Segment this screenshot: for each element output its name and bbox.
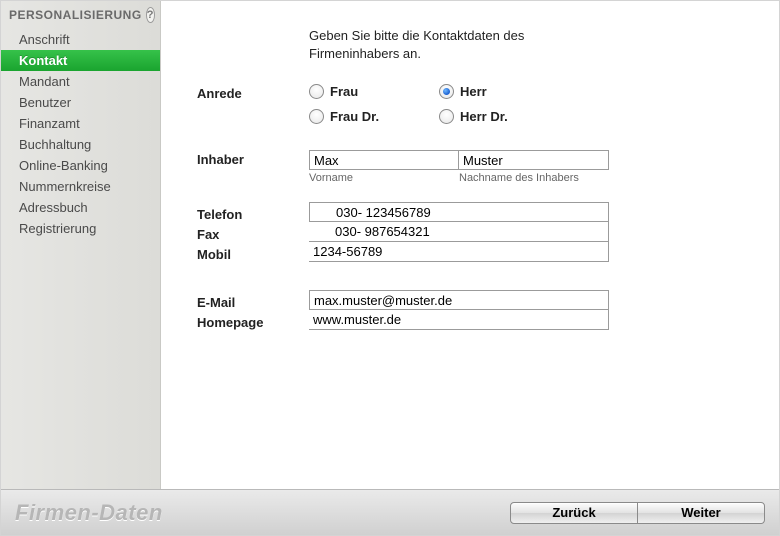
sidebar-item-anschrift[interactable]: Anschrift	[1, 29, 160, 50]
fax-input[interactable]	[309, 222, 609, 242]
footer-bar: Firmen-Daten Zurück Weiter	[1, 489, 779, 535]
label-mobil: Mobil	[197, 244, 309, 264]
sidebar-item-nummernkreise[interactable]: Nummernkreise	[1, 176, 160, 197]
label-email: E-Mail	[197, 292, 309, 312]
label-fax: Fax	[197, 224, 309, 244]
name-sublabels: Vorname Nachname des Inhabers	[309, 172, 609, 184]
radio-icon	[309, 109, 324, 124]
label-telefon: Telefon	[197, 204, 309, 224]
vorname-input[interactable]	[309, 150, 459, 170]
label-anrede: Anrede	[197, 84, 309, 101]
sidebar-item-buchhaltung[interactable]: Buchhaltung	[1, 134, 160, 155]
label-homepage: Homepage	[197, 312, 309, 332]
main-area: PERSONALISIERUNG ? Anschrift Kontakt Man…	[1, 1, 779, 489]
radio-label: Herr	[460, 84, 487, 99]
hint-vorname: Vorname	[309, 172, 459, 184]
row-web: E-Mail Homepage	[197, 290, 743, 332]
radio-herr-dr[interactable]: Herr Dr.	[439, 109, 569, 124]
sidebar-title: PERSONALISIERUNG	[9, 8, 142, 22]
radio-label: Frau	[330, 84, 358, 99]
nachname-input[interactable]	[459, 150, 609, 170]
radio-herr[interactable]: Herr	[439, 84, 569, 99]
footer-title: Firmen-Daten	[15, 500, 163, 526]
content-pane: Geben Sie bitte die Kontaktdaten des Fir…	[161, 1, 779, 489]
back-button[interactable]: Zurück	[510, 502, 638, 524]
intro-text: Geben Sie bitte die Kontaktdaten des Fir…	[309, 27, 609, 62]
app-window: PERSONALISIERUNG ? Anschrift Kontakt Man…	[0, 0, 780, 536]
help-icon[interactable]: ?	[146, 7, 155, 23]
radio-icon	[439, 109, 454, 124]
sidebar-item-benutzer[interactable]: Benutzer	[1, 92, 160, 113]
radio-frau[interactable]: Frau	[309, 84, 439, 99]
row-inhaber: Inhaber Vorname Nachname des Inhabers	[197, 150, 743, 184]
radio-label: Frau Dr.	[330, 109, 379, 124]
row-anrede: Anrede Frau Herr Frau Dr.	[197, 84, 743, 124]
next-button[interactable]: Weiter	[637, 502, 765, 524]
sidebar-item-mandant[interactable]: Mandant	[1, 71, 160, 92]
label-inhaber: Inhaber	[197, 150, 309, 167]
anrede-options: Frau Herr Frau Dr. Herr Dr.	[309, 84, 743, 124]
sidebar-item-kontakt[interactable]: Kontakt	[1, 50, 160, 71]
homepage-input[interactable]	[309, 310, 609, 330]
hint-nachname: Nachname des Inhabers	[459, 172, 579, 184]
radio-frau-dr[interactable]: Frau Dr.	[309, 109, 439, 124]
sidebar: PERSONALISIERUNG ? Anschrift Kontakt Man…	[1, 1, 161, 489]
sidebar-header: PERSONALISIERUNG ?	[1, 3, 160, 29]
sidebar-item-adressbuch[interactable]: Adressbuch	[1, 197, 160, 218]
radio-label: Herr Dr.	[460, 109, 508, 124]
email-input[interactable]	[309, 290, 609, 310]
radio-icon	[309, 84, 324, 99]
sidebar-item-registrierung[interactable]: Registrierung	[1, 218, 160, 239]
sidebar-item-finanzamt[interactable]: Finanzamt	[1, 113, 160, 134]
radio-icon	[439, 84, 454, 99]
sidebar-item-online-banking[interactable]: Online-Banking	[1, 155, 160, 176]
row-phones: Telefon Fax Mobil	[197, 202, 743, 264]
mobil-input[interactable]	[309, 242, 609, 262]
telefon-input[interactable]	[309, 202, 609, 222]
